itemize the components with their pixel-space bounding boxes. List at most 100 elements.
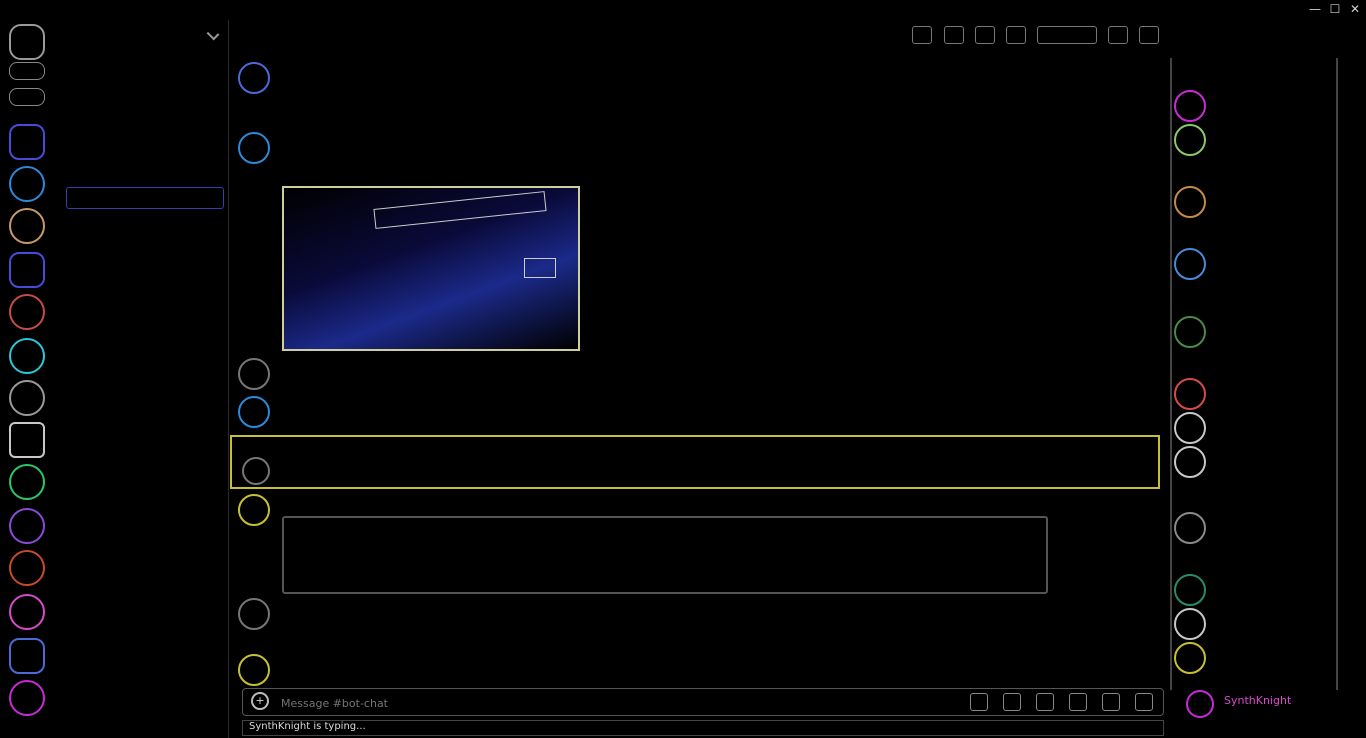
channel-item[interactable] xyxy=(66,704,224,726)
image-attachment[interactable] xyxy=(282,186,580,351)
members-icon[interactable] xyxy=(1005,26,1026,44)
server-icon[interactable] xyxy=(9,464,45,500)
avatar[interactable] xyxy=(238,396,270,428)
emoji-picker-icon[interactable] xyxy=(1135,693,1153,711)
avatar xyxy=(1186,690,1214,718)
member-item[interactable] xyxy=(1174,574,1334,606)
close-button[interactable]: ✕ xyxy=(1346,2,1364,17)
avatar[interactable] xyxy=(238,358,270,390)
chevron-down-icon xyxy=(206,27,220,41)
avatar xyxy=(1174,90,1206,122)
member-item[interactable] xyxy=(1174,248,1334,280)
channel-sidebar xyxy=(56,20,229,738)
pin-icon[interactable] xyxy=(974,26,995,44)
avatar xyxy=(1174,316,1206,348)
add-attachment-icon[interactable]: + xyxy=(251,692,269,710)
member-item[interactable] xyxy=(1174,608,1334,640)
server-icon[interactable] xyxy=(9,124,45,160)
minimize-button[interactable]: — xyxy=(1306,2,1324,17)
message xyxy=(238,132,1138,352)
code-block xyxy=(282,516,1048,594)
avatar xyxy=(1174,124,1206,156)
channel-item[interactable] xyxy=(66,318,224,340)
server-icon[interactable] xyxy=(9,252,45,288)
channel-item[interactable] xyxy=(66,592,224,614)
server-icon[interactable] xyxy=(9,338,45,374)
member-name: SynthKnight xyxy=(1224,694,1292,707)
message-composer: + xyxy=(242,688,1164,716)
header-toolbar xyxy=(906,26,1159,48)
avatar[interactable] xyxy=(238,494,270,526)
avatar xyxy=(1174,412,1206,444)
emoji-icon[interactable] xyxy=(1068,693,1087,711)
gif-icon[interactable] xyxy=(1002,693,1021,711)
notification-bell-icon[interactable] xyxy=(943,26,964,44)
server-icon[interactable] xyxy=(9,380,45,416)
avatar[interactable] xyxy=(238,598,270,630)
server-icon[interactable] xyxy=(9,422,45,458)
server-icon[interactable] xyxy=(9,166,45,202)
server-header[interactable] xyxy=(64,27,220,46)
message xyxy=(238,358,1138,390)
member-item[interactable] xyxy=(1174,124,1334,156)
channel-item[interactable] xyxy=(66,212,224,234)
message xyxy=(238,396,1138,428)
channel-item[interactable] xyxy=(66,490,224,512)
channel-item[interactable] xyxy=(66,238,224,260)
threads-icon[interactable] xyxy=(912,26,933,44)
member-item[interactable] xyxy=(1174,378,1334,410)
member-item[interactable] xyxy=(1174,412,1334,444)
image-shape xyxy=(373,191,547,229)
server-icon[interactable] xyxy=(9,88,45,106)
avatar[interactable] xyxy=(238,62,270,94)
avatar[interactable] xyxy=(238,654,270,686)
member-item[interactable] xyxy=(1174,512,1334,544)
server-icon[interactable] xyxy=(9,594,45,630)
avatar[interactable] xyxy=(238,132,270,164)
channel-item[interactable] xyxy=(66,462,224,484)
avatar xyxy=(1174,512,1206,544)
avatar xyxy=(1174,642,1206,674)
search-input[interactable] xyxy=(1036,26,1097,44)
message xyxy=(238,654,1138,686)
channel-item[interactable] xyxy=(66,516,224,538)
help-icon[interactable] xyxy=(1139,26,1159,44)
server-icon[interactable] xyxy=(9,638,45,674)
avatar xyxy=(1174,608,1206,640)
server-icon[interactable] xyxy=(9,550,45,586)
avatar xyxy=(1174,186,1206,218)
sticker-icon[interactable] xyxy=(1035,693,1054,711)
member-item[interactable] xyxy=(1174,446,1334,478)
channel-item[interactable] xyxy=(66,130,224,152)
avatar[interactable] xyxy=(242,457,270,485)
inbox-icon[interactable] xyxy=(1107,26,1128,44)
avatar xyxy=(1174,378,1206,410)
member-item[interactable] xyxy=(1174,316,1334,348)
member-item[interactable] xyxy=(1174,642,1334,674)
image-shape xyxy=(524,258,556,278)
typing-indicator: SynthKnight is typing... xyxy=(242,720,1164,736)
apps-icon[interactable] xyxy=(1101,693,1120,711)
maximize-button[interactable]: ☐ xyxy=(1326,2,1344,17)
server-icon[interactable] xyxy=(9,508,45,544)
channel-item[interactable] xyxy=(66,264,224,286)
server-icon[interactable] xyxy=(9,208,45,244)
home-icon[interactable] xyxy=(9,24,45,60)
avatar xyxy=(1174,574,1206,606)
member-item[interactable]: SynthKnight xyxy=(1186,690,1356,722)
message-input[interactable] xyxy=(279,693,883,713)
channel-item[interactable] xyxy=(66,436,224,458)
server-icon[interactable] xyxy=(9,62,45,80)
server-icon[interactable] xyxy=(9,680,45,716)
member-item[interactable] xyxy=(1174,186,1334,218)
member-item[interactable] xyxy=(1174,90,1334,122)
message xyxy=(238,598,1138,648)
gift-icon[interactable] xyxy=(969,693,988,711)
channel-item[interactable] xyxy=(66,566,224,588)
window-titlebar: — ☐ ✕ xyxy=(0,0,1366,20)
channel-item[interactable] xyxy=(66,542,224,564)
channel-item-active[interactable] xyxy=(66,187,224,209)
channel-item[interactable] xyxy=(66,292,224,314)
server-icon[interactable] xyxy=(9,294,45,330)
channel-item[interactable] xyxy=(66,618,224,640)
